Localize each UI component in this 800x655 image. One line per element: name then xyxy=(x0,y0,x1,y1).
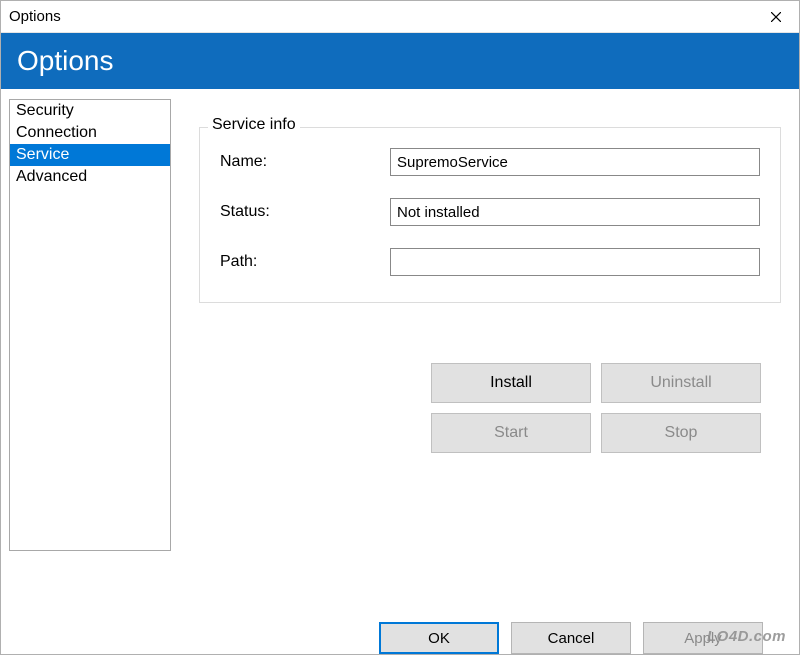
input-service-path[interactable] xyxy=(390,248,760,276)
row-service-path: Path: xyxy=(220,248,760,276)
input-service-name[interactable] xyxy=(390,148,760,176)
install-button[interactable]: Install xyxy=(431,363,591,403)
service-action-buttons: Install Uninstall Start Stop xyxy=(401,363,761,453)
dialog-button-row: OK Cancel Apply xyxy=(9,604,781,654)
sidebar-item-service[interactable]: Service xyxy=(10,144,170,166)
stop-button[interactable]: Stop xyxy=(601,413,761,453)
close-button[interactable] xyxy=(753,1,799,33)
service-info-group-title: Service info xyxy=(208,116,300,134)
ok-button[interactable]: OK xyxy=(379,622,499,654)
options-window: Options Options Security Connection Serv… xyxy=(0,0,800,655)
input-service-status[interactable] xyxy=(390,198,760,226)
close-icon xyxy=(771,9,781,25)
label-service-path: Path: xyxy=(220,253,390,271)
label-service-name: Name: xyxy=(220,153,390,171)
sidebar-item-security[interactable]: Security xyxy=(10,100,170,122)
header-title: Options xyxy=(17,45,114,76)
titlebar: Options xyxy=(1,1,799,33)
titlebar-title: Options xyxy=(9,8,61,25)
options-panel-service: Service info Name: Status: Path: xyxy=(199,99,781,604)
uninstall-button[interactable]: Uninstall xyxy=(601,363,761,403)
cancel-button[interactable]: Cancel xyxy=(511,622,631,654)
row-service-name: Name: xyxy=(220,148,760,176)
sidebar-item-advanced[interactable]: Advanced xyxy=(10,166,170,188)
dialog-header: Options xyxy=(1,33,799,89)
apply-button[interactable]: Apply xyxy=(643,622,763,654)
row-service-status: Status: xyxy=(220,198,760,226)
dialog-body: Security Connection Service Advanced Ser… xyxy=(1,89,799,654)
sidebar-item-connection[interactable]: Connection xyxy=(10,122,170,144)
start-button[interactable]: Start xyxy=(431,413,591,453)
label-service-status: Status: xyxy=(220,203,390,221)
options-category-list[interactable]: Security Connection Service Advanced xyxy=(9,99,171,551)
service-info-group: Service info Name: Status: Path: xyxy=(199,127,781,303)
